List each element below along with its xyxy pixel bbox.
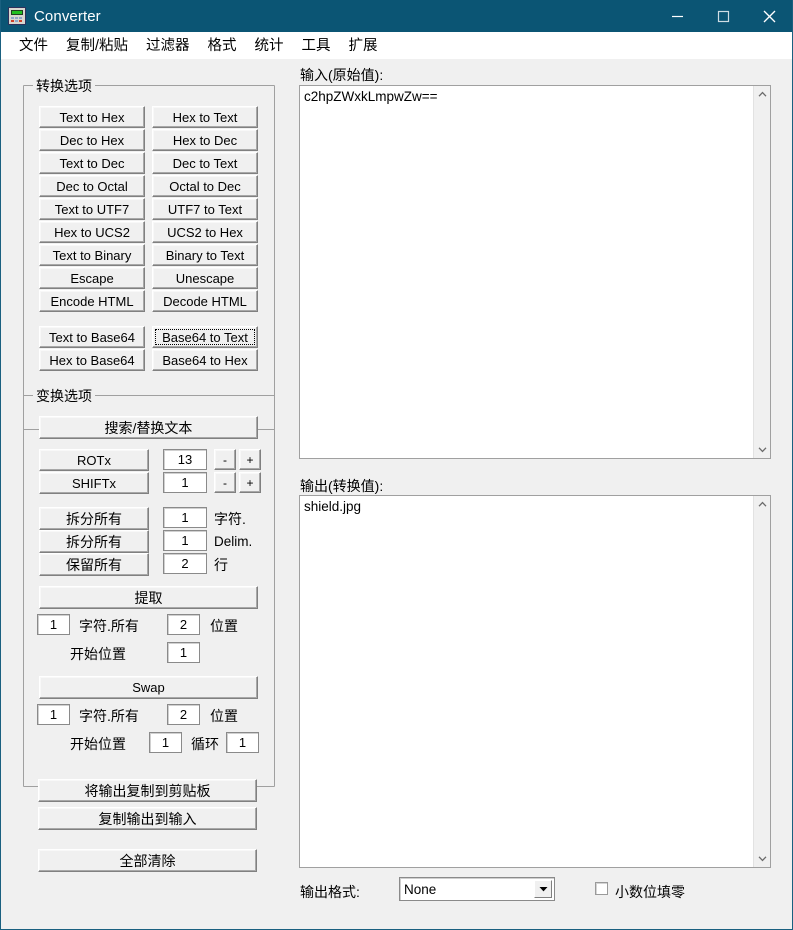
extract-position-input[interactable]: 2 bbox=[167, 614, 200, 635]
button-text-to-base64[interactable]: Text to Base64 bbox=[39, 326, 145, 348]
button-octal-to-dec[interactable]: Octal to Dec bbox=[152, 175, 258, 197]
button-keep-all-lines[interactable]: 保留所有 bbox=[39, 553, 149, 576]
chevron-down-icon[interactable] bbox=[534, 880, 552, 898]
pad-decimals-label: 小数位填零 bbox=[615, 884, 685, 900]
button-text-to-binary[interactable]: Text to Binary bbox=[39, 244, 145, 266]
shiftx-decrement-button[interactable]: - bbox=[214, 472, 236, 493]
menu-item-tools[interactable]: 工具 bbox=[293, 32, 340, 58]
main-content: 转换选项 Text to Hex Hex to Text Dec to Hex … bbox=[1, 59, 792, 929]
input-textarea[interactable]: c2hpZWxkLmpwZw== bbox=[300, 86, 753, 458]
button-text-to-dec[interactable]: Text to Dec bbox=[39, 152, 145, 174]
maximize-button[interactable] bbox=[700, 0, 746, 32]
button-binary-to-text[interactable]: Binary to Text bbox=[152, 244, 258, 266]
button-base64-to-text[interactable]: Base64 to Text bbox=[152, 326, 258, 348]
calculator-icon bbox=[8, 7, 26, 25]
button-split-all-chars[interactable]: 拆分所有 bbox=[39, 507, 149, 530]
output-panel-label: 输出(转换值): bbox=[300, 478, 384, 494]
pad-decimals-checkbox[interactable] bbox=[595, 882, 608, 895]
button-rotx[interactable]: ROTx bbox=[39, 449, 149, 471]
conversion-options-title: 转换选项 bbox=[33, 76, 95, 96]
window-title: Converter bbox=[34, 7, 101, 25]
button-hex-to-text[interactable]: Hex to Text bbox=[152, 106, 258, 128]
output-textarea-wrap: shield.jpg bbox=[299, 495, 771, 868]
extract-start-input[interactable]: 1 bbox=[167, 642, 200, 663]
menu-item-copy-paste[interactable]: 复制/粘贴 bbox=[57, 32, 137, 58]
button-split-all-delim[interactable]: 拆分所有 bbox=[39, 530, 149, 553]
transform-options-title: 变换选项 bbox=[33, 386, 95, 406]
button-search-replace-text[interactable]: 搜索/替换文本 bbox=[39, 416, 258, 439]
button-hex-to-ucs2[interactable]: Hex to UCS2 bbox=[39, 221, 145, 243]
extract-chars-input[interactable]: 1 bbox=[37, 614, 70, 635]
keep-lines-input[interactable]: 2 bbox=[163, 553, 207, 574]
input-panel-label: 输入(原始值): bbox=[300, 67, 384, 83]
button-dec-to-text[interactable]: Dec to Text bbox=[152, 152, 258, 174]
input-scrollbar[interactable] bbox=[753, 86, 770, 458]
swap-position-input[interactable]: 2 bbox=[167, 704, 200, 725]
extract-chars-label: 字符.所有 bbox=[79, 618, 139, 634]
converter-window: Converter 文件 复制/粘贴 过滤器 格式 统计 工具 扩展 转换选项 … bbox=[0, 0, 793, 930]
button-decode-html[interactable]: Decode HTML bbox=[152, 290, 258, 312]
split-delim-unit-label: Delim. bbox=[214, 534, 253, 549]
output-format-value: None bbox=[404, 881, 437, 897]
menu-bar: 文件 复制/粘贴 过滤器 格式 统计 工具 扩展 bbox=[1, 32, 792, 59]
extract-position-label: 位置 bbox=[210, 618, 238, 634]
button-base64-to-hex[interactable]: Base64 to Hex bbox=[152, 349, 258, 371]
minimize-button[interactable] bbox=[654, 0, 700, 32]
input-textarea-wrap: c2hpZWxkLmpwZw== bbox=[299, 85, 771, 459]
button-hex-to-dec[interactable]: Hex to Dec bbox=[152, 129, 258, 151]
button-copy-output-to-clipboard[interactable]: 将输出复制到剪贴板 bbox=[38, 779, 257, 802]
extract-start-label: 开始位置 bbox=[70, 646, 126, 662]
window-controls bbox=[654, 0, 792, 32]
button-encode-html[interactable]: Encode HTML bbox=[39, 290, 145, 312]
button-text-to-hex[interactable]: Text to Hex bbox=[39, 106, 145, 128]
button-extract[interactable]: 提取 bbox=[39, 586, 258, 609]
shiftx-value-input[interactable]: 1 bbox=[163, 472, 207, 493]
swap-chars-label: 字符.所有 bbox=[79, 708, 139, 724]
button-swap[interactable]: Swap bbox=[39, 676, 258, 699]
title-bar: Converter bbox=[1, 0, 792, 32]
chevron-down-icon[interactable] bbox=[754, 441, 770, 458]
swap-loop-input[interactable]: 1 bbox=[226, 732, 259, 753]
close-button[interactable] bbox=[746, 0, 792, 32]
chevron-down-icon[interactable] bbox=[754, 850, 770, 867]
transform-options-group: 变换选项 搜索/替换文本 ROTx 13 - + SHIFTx 1 - + 拆分… bbox=[23, 386, 275, 787]
output-format-select[interactable]: None bbox=[399, 877, 555, 901]
output-format-label: 输出格式: bbox=[300, 884, 360, 900]
keep-lines-unit-label: 行 bbox=[214, 557, 228, 573]
button-ucs2-to-hex[interactable]: UCS2 to Hex bbox=[152, 221, 258, 243]
swap-start-label: 开始位置 bbox=[70, 736, 126, 752]
menu-item-extensions[interactable]: 扩展 bbox=[340, 32, 387, 58]
swap-chars-input[interactable]: 1 bbox=[37, 704, 70, 725]
button-text-to-utf7[interactable]: Text to UTF7 bbox=[39, 198, 145, 220]
button-copy-output-to-input[interactable]: 复制输出到输入 bbox=[38, 807, 257, 830]
swap-position-label: 位置 bbox=[210, 708, 238, 724]
button-unescape[interactable]: Unescape bbox=[152, 267, 258, 289]
split-chars-input[interactable]: 1 bbox=[163, 507, 207, 528]
rotx-increment-button[interactable]: + bbox=[239, 449, 261, 470]
shiftx-increment-button[interactable]: + bbox=[239, 472, 261, 493]
button-dec-to-hex[interactable]: Dec to Hex bbox=[39, 129, 145, 151]
menu-item-file[interactable]: 文件 bbox=[10, 32, 57, 58]
conversion-options-group: 转换选项 Text to Hex Hex to Text Dec to Hex … bbox=[23, 76, 275, 430]
menu-item-filter[interactable]: 过滤器 bbox=[137, 32, 199, 58]
button-dec-to-octal[interactable]: Dec to Octal bbox=[39, 175, 145, 197]
menu-item-format[interactable]: 格式 bbox=[199, 32, 246, 58]
chevron-up-icon[interactable] bbox=[754, 496, 770, 513]
button-shiftx[interactable]: SHIFTx bbox=[39, 472, 149, 494]
split-delim-input[interactable]: 1 bbox=[163, 530, 207, 551]
swap-start-input[interactable]: 1 bbox=[149, 732, 182, 753]
output-textarea[interactable]: shield.jpg bbox=[300, 496, 753, 867]
menu-item-statistics[interactable]: 统计 bbox=[246, 32, 293, 58]
rotx-decrement-button[interactable]: - bbox=[214, 449, 236, 470]
button-hex-to-base64[interactable]: Hex to Base64 bbox=[39, 349, 145, 371]
button-utf7-to-text[interactable]: UTF7 to Text bbox=[152, 198, 258, 220]
output-scrollbar[interactable] bbox=[753, 496, 770, 867]
rotx-value-input[interactable]: 13 bbox=[163, 449, 207, 470]
button-escape[interactable]: Escape bbox=[39, 267, 145, 289]
split-chars-unit-label: 字符. bbox=[214, 511, 246, 527]
swap-loop-label: 循环 bbox=[191, 736, 219, 752]
button-clear-all[interactable]: 全部清除 bbox=[38, 849, 257, 872]
chevron-up-icon[interactable] bbox=[754, 86, 770, 103]
